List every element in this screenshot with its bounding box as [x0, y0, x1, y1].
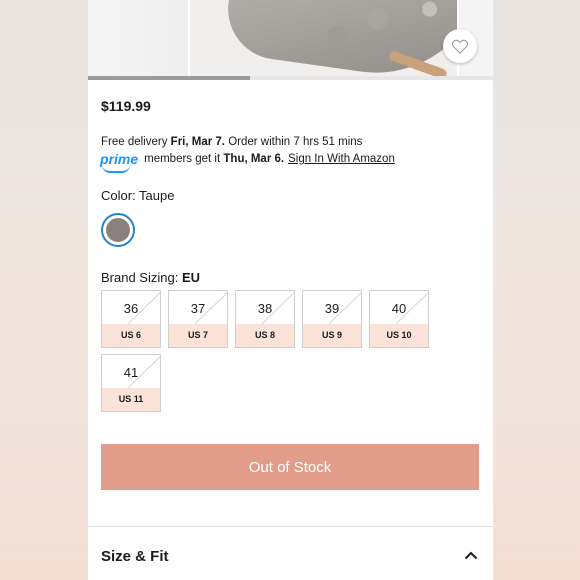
size-us: US 10: [370, 324, 428, 347]
size-us: US 7: [169, 324, 227, 347]
size-us: US 6: [102, 324, 160, 347]
color-swatch-fill: [106, 218, 130, 242]
brand-sizing-label: Brand Sizing: EU: [101, 270, 200, 285]
size-us: US 9: [303, 324, 361, 347]
size-us: US 8: [236, 324, 294, 347]
prime-delivery-info: prime members get it Thu, Mar 6. Sign In…: [100, 152, 395, 173]
size-option[interactable]: 41 US 11: [101, 354, 161, 412]
prime-prefix: members get it: [144, 153, 221, 165]
color-label: Color: Taupe: [101, 188, 175, 203]
product-page: $119.99 Free delivery Fri, Mar 7. Order …: [88, 0, 493, 580]
size-option[interactable]: 38 US 8: [235, 290, 295, 348]
brand-sizing-system: EU: [181, 270, 200, 285]
image-carousel-progress: [88, 76, 493, 80]
size-eu: 36: [123, 301, 139, 316]
color-swatch-taupe[interactable]: [101, 213, 135, 247]
size-eu: 41: [123, 365, 139, 380]
out-of-stock-button[interactable]: Out of Stock: [101, 444, 479, 490]
size-option[interactable]: 39 US 9: [302, 290, 362, 348]
product-image-carousel[interactable]: [88, 0, 493, 76]
prime-logo: prime: [100, 152, 138, 173]
image-carousel-progress-fill: [88, 76, 250, 80]
favorite-button[interactable]: [443, 29, 477, 63]
size-eu: 37: [190, 301, 206, 316]
size-us: US 11: [102, 388, 160, 411]
size-fit-section-title[interactable]: Size & Fit: [101, 548, 169, 565]
delivery-date: Fri, Mar 7.: [170, 136, 225, 148]
background-left: [0, 0, 88, 580]
delivery-prefix: Free delivery: [101, 136, 171, 148]
size-option[interactable]: 36 US 6: [101, 290, 161, 348]
size-eu: 38: [257, 301, 273, 316]
size-option[interactable]: 37 US 7: [168, 290, 228, 348]
product-image-thumb-left: [88, 0, 190, 76]
heart-icon: [452, 39, 468, 54]
prime-date: Thu, Mar 6.: [223, 153, 285, 165]
sign-in-amazon-link[interactable]: Sign In With Amazon: [288, 153, 395, 165]
delivery-suffix: Order within 7 hrs 51 mins: [225, 136, 363, 148]
size-eu: 39: [324, 301, 340, 316]
background-right: [494, 0, 580, 580]
delivery-info: Free delivery Fri, Mar 7. Order within 7…: [101, 136, 362, 148]
chevron-up-icon[interactable]: [464, 550, 478, 560]
size-eu: 40: [391, 301, 407, 316]
prime-smile-icon: [102, 165, 130, 173]
brand-sizing-prefix: Brand Sizing:: [101, 270, 182, 285]
section-divider: [88, 526, 493, 527]
product-price: $119.99: [101, 98, 151, 114]
size-option[interactable]: 40 US 10: [369, 290, 429, 348]
